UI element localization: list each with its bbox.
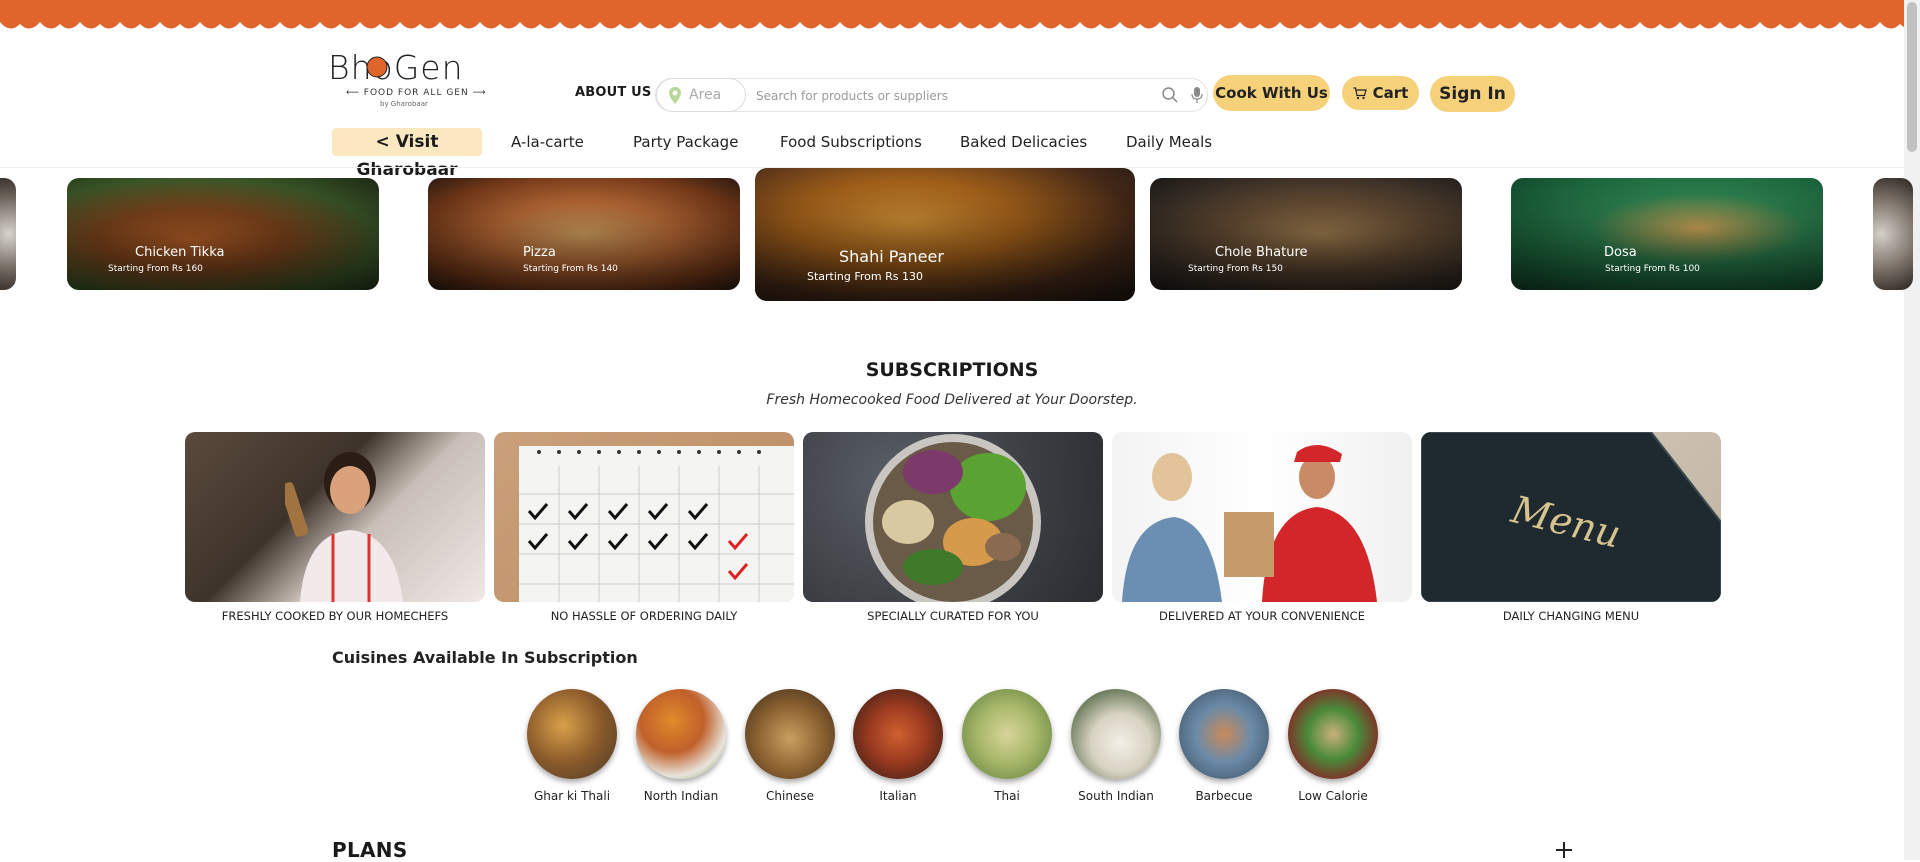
cuisine-label[interactable]: Italian [843,789,953,803]
cart-button[interactable]: Cart [1342,76,1419,110]
cart-icon [1353,87,1367,100]
carousel-card-pizza[interactable]: Pizza Starting From Rs 140 [428,178,740,290]
carousel-card-dosa[interactable]: Dosa Starting From Rs 100 [1511,178,1823,290]
card-dish-price: Starting From Rs 160 [108,264,203,274]
card-dish-price: Starting From Rs 130 [807,270,923,283]
logo-tagline: ⟵ FOOD FOR ALL GEN ⟶ [346,88,487,98]
cuisine-north-indian[interactable] [636,689,726,779]
cuisine-label[interactable]: Barbecue [1169,789,1279,803]
nav-food-subscriptions[interactable]: Food Subscriptions [780,133,922,151]
top-decorative-band [0,0,1904,34]
nav-party-package[interactable]: Party Package [633,133,738,151]
nav-baked-delicacies[interactable]: Baked Delicacies [960,133,1087,151]
cuisine-barbecue[interactable] [1179,689,1269,779]
nav-a-la-carte[interactable]: A-la-carte [511,133,584,151]
feature-image-curated-bowl [803,432,1103,602]
card-dish-price: Starting From Rs 140 [523,264,618,274]
subscriptions-tagline: Fresh Homecooked Food Delivered at Your … [766,392,1138,408]
sign-in-button[interactable]: Sign In [1430,76,1515,112]
logo-by-line: by Gharobaar [380,100,428,108]
cuisine-label[interactable]: Chinese [735,789,845,803]
logo-wordmark: BhoGen [328,48,464,87]
feature-caption-no-hassle: NO HASSLE OF ORDERING DAILY [550,609,738,623]
cuisine-label[interactable]: Ghar ki Thali [517,789,627,803]
card-dish-name: Shahi Paneer [839,247,944,266]
cuisine-label[interactable]: North Indian [626,789,736,803]
feature-caption-daily-menu: DAILY CHANGING MENU [1502,609,1640,623]
area-selector[interactable]: Area [656,78,746,112]
search-icon[interactable] [1161,86,1179,104]
search-bar: Area [655,78,1208,112]
carousel-card-shahi-paneer[interactable]: Shahi Paneer Starting From Rs 130 [755,168,1135,301]
cuisine-south-indian[interactable] [1071,689,1161,779]
area-placeholder: Area [689,87,722,103]
cuisine-label[interactable]: Thai [952,789,1062,803]
plus-icon[interactable] [1555,841,1573,859]
cuisine-label[interactable]: South Indian [1061,789,1171,803]
card-dish-name: Dosa [1604,245,1637,260]
cook-with-us-button[interactable]: Cook With Us [1213,75,1330,111]
cuisine-italian[interactable] [853,689,943,779]
nav-daily-meals[interactable]: Daily Meals [1126,133,1212,151]
feature-image-menu: Menu [1421,432,1721,602]
plans-title: PLANS [332,838,408,862]
about-us-link[interactable]: ABOUT US [575,85,652,100]
bhogen-logo[interactable]: BhoGen ⟵ FOOD FOR ALL GEN ⟶ by Gharobaar [328,48,485,110]
scrollbar-thumb[interactable] [1907,2,1917,152]
card-dish-price: Starting From Rs 150 [1188,264,1283,274]
cart-label: Cart [1372,84,1409,102]
feature-image-delivery [1112,432,1412,602]
feature-image-calendar [494,432,794,602]
feature-image-homechefs [185,432,485,602]
carousel-card-chicken-tikka[interactable]: Chicken Tikka Starting From Rs 160 [67,178,379,290]
cuisine-label[interactable]: Low Calorie [1278,789,1388,803]
card-dish-name: Pizza [523,245,556,260]
feature-caption-homechefs: FRESHLY COOKED BY OUR HOMECHEFS [221,609,449,623]
carousel-card-chole-bhature[interactable]: Chole Bhature Starting From Rs 150 [1150,178,1462,290]
carousel-card-partial-right[interactable] [1873,178,1913,290]
cuisine-low-calorie[interactable] [1288,689,1378,779]
search-input[interactable] [754,83,1058,109]
subscriptions-title: SUBSCRIPTIONS [865,359,1039,381]
card-dish-name: Chole Bhature [1215,245,1308,260]
page-scrollbar[interactable] [1904,0,1920,860]
cuisine-thai[interactable] [962,689,1052,779]
cuisine-chinese[interactable] [745,689,835,779]
card-dish-price: Starting From Rs 100 [1605,264,1700,274]
card-dish-name: Chicken Tikka [135,245,225,260]
feature-caption-delivered: DELIVERED AT YOUR CONVENIENCE [1159,609,1365,623]
feature-caption-curated: SPECIALLY CURATED FOR YOU [867,609,1039,623]
location-pin-icon [669,87,681,104]
cuisine-ghar-ki-thali[interactable] [527,689,617,779]
visit-gharobaar-link[interactable]: < Visit Gharobaar [332,128,482,180]
cuisines-title: Cuisines Available In Subscription [332,648,638,667]
logo-plate-icon [366,56,388,78]
carousel-card-partial-left[interactable] [0,178,16,290]
microphone-icon[interactable] [1191,86,1203,104]
